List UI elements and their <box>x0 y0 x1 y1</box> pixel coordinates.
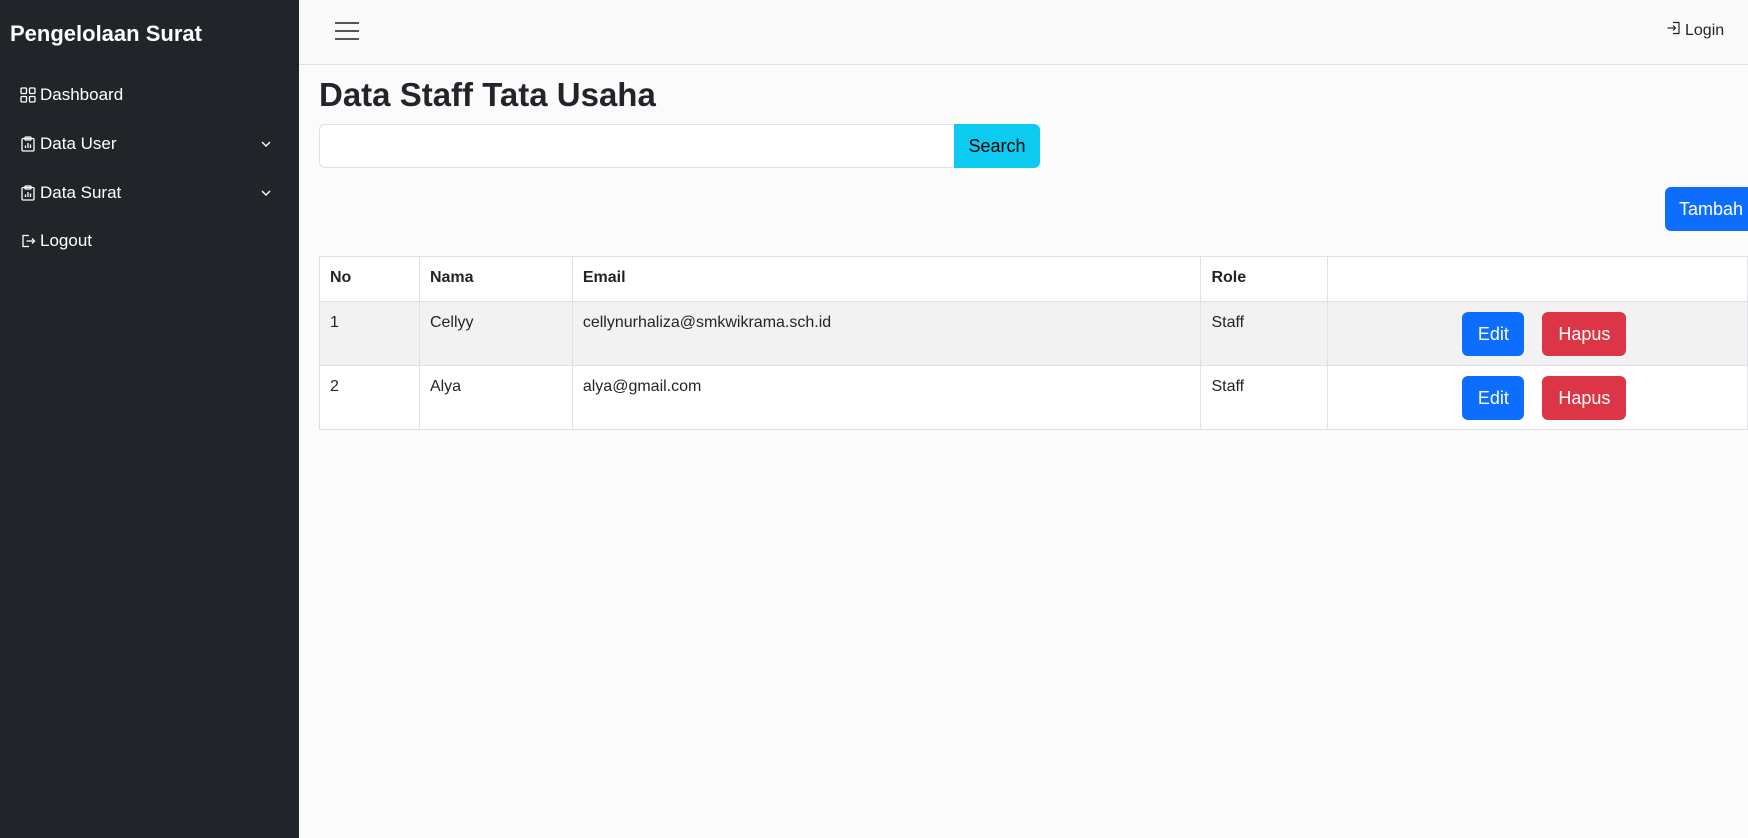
table-header-row: No Nama Email Role <box>319 256 1748 302</box>
logout-icon <box>18 231 38 251</box>
cell-email: cellynurhaliza@smkwikrama.sch.id <box>571 301 1202 366</box>
column-header-actions <box>1327 256 1748 302</box>
cell-no: 2 <box>319 365 420 430</box>
add-staff-button[interactable]: Tambah <box>1665 187 1748 231</box>
clipboard-icon <box>18 134 38 154</box>
cell-email: alya@gmail.com <box>571 365 1202 430</box>
brand-title: Pengelolaan Surat <box>10 21 202 46</box>
sidebar-item-label: Data User <box>40 134 117 153</box>
sidebar-item-logout[interactable]: Logout <box>18 226 280 256</box>
cell-no: 1 <box>319 301 420 366</box>
sidebar-item-label: Dashboard <box>40 85 124 104</box>
column-header-nama: Nama <box>418 256 573 302</box>
table-row: 1 Cellyy cellynurhaliza@smkwikrama.sch.i… <box>319 301 1748 366</box>
delete-button[interactable]: Hapus <box>1542 312 1627 356</box>
search-input[interactable] <box>319 124 955 168</box>
table-row: 2 Alya alya@gmail.com Staff Edit Hapus <box>319 365 1748 430</box>
clipboard-icon <box>18 183 38 203</box>
staff-table: No Nama Email Role 1 Cellyy cellynurhali… <box>319 256 1748 430</box>
cell-actions: Edit Hapus <box>1327 301 1748 366</box>
cell-role: Staff <box>1200 365 1329 430</box>
sidebar-item-data-surat[interactable]: Data Surat <box>18 178 280 208</box>
chevron-down-icon <box>260 186 272 202</box>
column-header-no: No <box>319 256 420 302</box>
sidebar-item-label: Data Surat <box>40 183 122 202</box>
sidebar-item-data-user[interactable]: Data User <box>18 129 280 159</box>
grid-icon <box>18 85 38 105</box>
column-header-email: Email <box>571 256 1202 302</box>
edit-button[interactable]: Edit <box>1462 312 1525 356</box>
cell-role: Staff <box>1200 301 1329 366</box>
login-icon <box>1666 20 1682 41</box>
page-title: Data Staff Tata Usaha <box>319 76 656 113</box>
login-link[interactable]: Login <box>1666 20 1724 41</box>
sidebar: Pengelolaan Surat Dashboard Data User Da… <box>0 0 299 838</box>
cell-nama: Alya <box>418 365 573 430</box>
chevron-down-icon <box>260 137 272 153</box>
cell-nama: Cellyy <box>418 301 573 366</box>
column-header-role: Role <box>1200 256 1329 302</box>
search-button[interactable]: Search <box>954 124 1040 168</box>
sidebar-item-dashboard[interactable]: Dashboard <box>18 80 280 110</box>
hamburger-icon[interactable] <box>335 20 359 42</box>
sidebar-item-label: Logout <box>40 231 92 250</box>
edit-button[interactable]: Edit <box>1462 376 1525 420</box>
login-label: Login <box>1685 21 1725 39</box>
top-navbar: Login <box>299 0 1748 65</box>
cell-actions: Edit Hapus <box>1327 365 1748 430</box>
delete-button[interactable]: Hapus <box>1542 376 1627 420</box>
